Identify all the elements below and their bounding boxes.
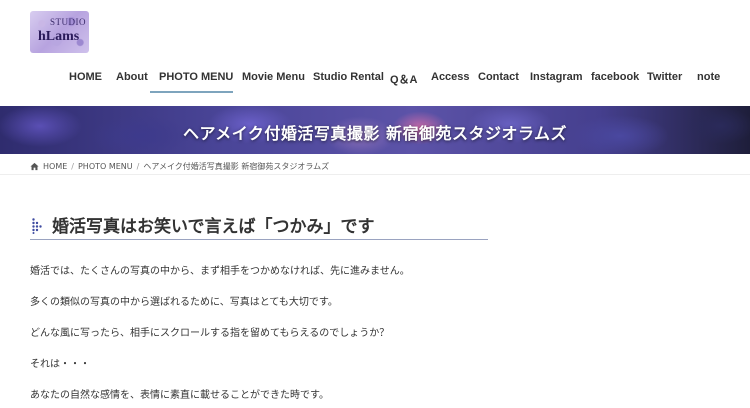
nav-item-qa[interactable]: Q＆A [390, 71, 418, 87]
paragraph: あなたの自然な感情を、表情に素直に載せることができた時です。 [30, 390, 329, 401]
page-banner: ヘアメイク付婚活写真撮影 新宿御苑スタジオラムズ [0, 106, 750, 154]
breadcrumb-divider [0, 174, 750, 175]
logo-name-text: hLams [38, 29, 80, 44]
section-heading: 婚活写真はお笑いで言えば「つかみ」です [30, 212, 488, 240]
nav-item-studio-rental[interactable]: Studio Rental [313, 71, 384, 83]
nav-item-photo-menu[interactable]: PHOTO MENU [159, 71, 233, 83]
section-heading-text: 婚活写真はお笑いで言えば「つかみ」です [52, 217, 375, 237]
main-nav: HOME About PHOTO MENU Movie Menu Studio … [0, 62, 750, 96]
breadcrumb-separator: / [71, 161, 74, 171]
breadcrumb-separator: / [136, 161, 140, 171]
nav-item-note[interactable]: note [697, 71, 720, 83]
home-icon[interactable] [30, 162, 39, 171]
paragraph: 婚活では、たくさんの写真の中から、まず相手をつかめなければ、先に進みません。 [30, 266, 410, 277]
nav-item-instagram[interactable]: Instagram [530, 71, 583, 83]
nav-item-twitter[interactable]: Twitter [647, 71, 682, 83]
active-nav-underline [150, 91, 233, 93]
paragraph: それは・・・ [30, 359, 90, 370]
site-header: STUDIO hLams HOME About PHOTO MENU Movie… [0, 0, 750, 106]
paragraph: 多くの類似の写真の中から選ばれるために、写真はとても大切です。 [30, 297, 338, 308]
nav-item-contact[interactable]: Contact [478, 71, 519, 83]
nav-item-facebook[interactable]: facebook [591, 71, 639, 83]
breadcrumb: HOME / PHOTO MENU / ヘアメイク付婚活写真撮影 新宿御苑スタジ… [30, 160, 329, 172]
page-title: ヘアメイク付婚活写真撮影 新宿御苑スタジオラムズ [183, 124, 567, 143]
breadcrumb-home[interactable]: HOME [43, 162, 67, 171]
site-logo[interactable]: STUDIO hLams [30, 11, 89, 53]
logo-studio-text: STUDIO [50, 17, 86, 27]
breadcrumb-photo-menu[interactable]: PHOTO MENU [78, 162, 133, 171]
nav-item-about[interactable]: About [116, 71, 148, 83]
nav-item-access[interactable]: Access [431, 71, 470, 83]
nav-item-home[interactable]: HOME [69, 71, 102, 83]
dots-icon [32, 218, 42, 234]
nav-item-movie-menu[interactable]: Movie Menu [242, 71, 305, 83]
breadcrumb-current: ヘアメイク付婚活写真撮影 新宿御苑スタジオラムズ [143, 161, 330, 171]
paragraph: どんな風に写ったら、相手にスクロールする指を留めてもらえるのでしょうか？ [30, 328, 390, 339]
